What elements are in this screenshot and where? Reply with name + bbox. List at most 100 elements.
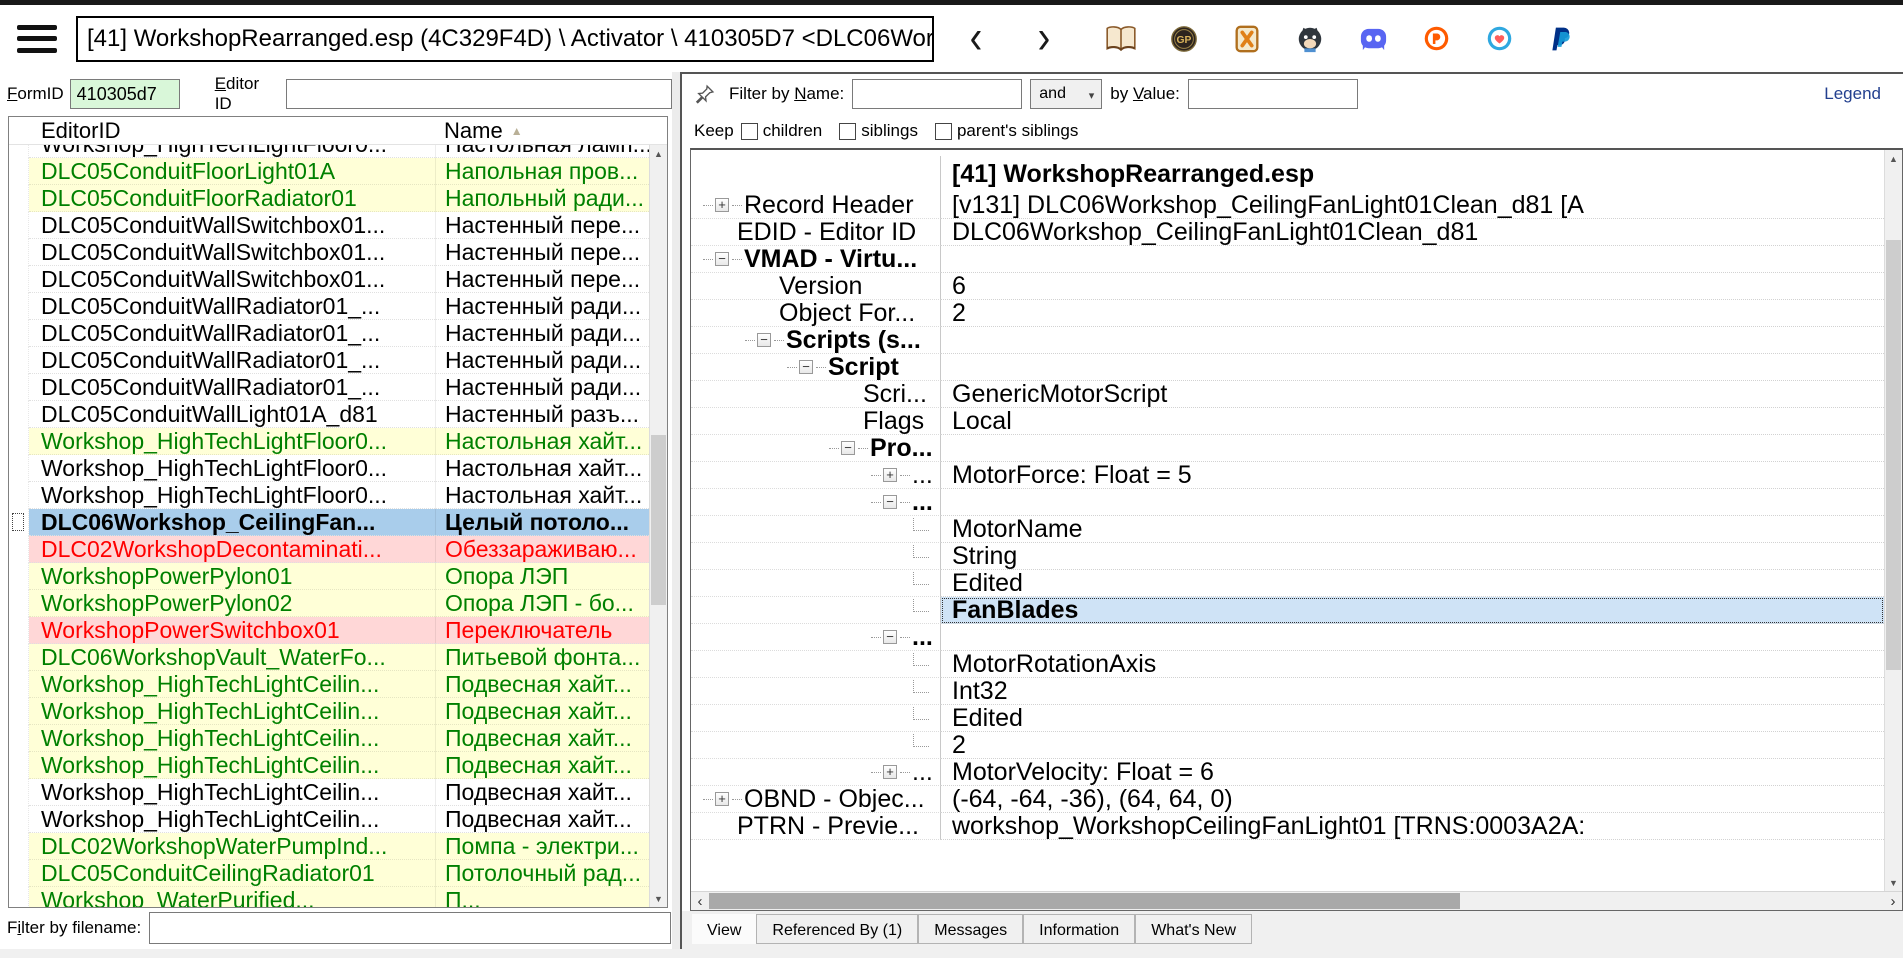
table-row[interactable]: DLC05ConduitWallLight01A_d81Настенный ра… bbox=[9, 401, 649, 428]
table-row[interactable]: Workshop_HighTechLightFloor0...Настольна… bbox=[9, 145, 649, 158]
scroll-right-icon[interactable]: › bbox=[1884, 892, 1902, 910]
tree-cell-value[interactable]: Edited bbox=[941, 570, 1884, 597]
xedit-icon[interactable] bbox=[1230, 22, 1264, 56]
table-row[interactable]: Workshop_HighTechLightCeilin...Подвесная… bbox=[9, 725, 649, 752]
expand-plus-icon[interactable]: + bbox=[715, 198, 729, 212]
tree-cell-value[interactable] bbox=[941, 354, 1884, 381]
table-row[interactable]: DLC06WorkshopVault_WaterFo...Питьевой фо… bbox=[9, 644, 649, 671]
checkbox-children[interactable] bbox=[741, 123, 758, 140]
tree-row[interactable]: MotorRotationAxis bbox=[691, 651, 1884, 678]
expand-plus-icon[interactable]: + bbox=[883, 765, 897, 779]
tree-row[interactable]: String bbox=[691, 543, 1884, 570]
tree-cell-value[interactable] bbox=[941, 624, 1884, 651]
collapse-minus-icon[interactable]: − bbox=[757, 333, 771, 347]
table-row[interactable]: Workshop_HighTechLightFloor0...Настольна… bbox=[9, 428, 649, 455]
table-row[interactable]: DLC05ConduitWallRadiator01_...Настенный … bbox=[9, 347, 649, 374]
tree-row[interactable]: Edited bbox=[691, 570, 1884, 597]
scroll-up-icon[interactable]: ▲ bbox=[650, 145, 667, 162]
tree-hscroll-thumb[interactable] bbox=[709, 893, 1460, 909]
table-row[interactable]: DLC05ConduitWallRadiator01_...Настенный … bbox=[9, 293, 649, 320]
tree-row[interactable]: Version6 bbox=[691, 273, 1884, 300]
tree-row[interactable]: −VMAD - Virtu... bbox=[691, 246, 1884, 273]
collapse-minus-icon[interactable]: − bbox=[883, 630, 897, 644]
tree-scroll-thumb[interactable] bbox=[1886, 240, 1901, 670]
tree-row[interactable]: −... bbox=[691, 489, 1884, 516]
table-row[interactable]: DLC02WorkshopWaterPumpInd...Помпа - элек… bbox=[9, 833, 649, 860]
kofi-icon[interactable] bbox=[1482, 22, 1516, 56]
scroll-up-icon[interactable]: ▲ bbox=[1885, 150, 1902, 167]
tree-cell-value[interactable] bbox=[941, 489, 1884, 516]
tree-cell-value[interactable]: 2 bbox=[941, 300, 1884, 327]
table-row[interactable]: WorkshopPowerPylon02Опора ЛЭП - бо... bbox=[9, 590, 649, 617]
table-row[interactable]: WorkshopPowerSwitchbox01Переключатель bbox=[9, 617, 649, 644]
tree-cell-value-selected[interactable]: FanBlades bbox=[941, 597, 1884, 624]
collapse-minus-icon[interactable]: − bbox=[841, 441, 855, 455]
tree-cell-value[interactable]: [v131] DLC06Workshop_CeilingFanLight01Cl… bbox=[941, 192, 1884, 219]
collapse-minus-icon[interactable]: − bbox=[883, 495, 897, 509]
filter-by-name-input[interactable] bbox=[852, 79, 1022, 109]
patreon-icon[interactable] bbox=[1419, 22, 1453, 56]
collapse-minus-icon[interactable]: − bbox=[799, 360, 813, 374]
tree-row[interactable]: 2 bbox=[691, 732, 1884, 759]
grid-vertical-scrollbar[interactable]: ▲ ▼ bbox=[649, 145, 667, 907]
tree-cell-value[interactable]: (-64, -64, -36), (64, 64, 0) bbox=[941, 786, 1884, 813]
tree-row[interactable]: −Script bbox=[691, 354, 1884, 381]
table-row[interactable]: Workshop_HighTechLightCeilin...Подвесная… bbox=[9, 752, 649, 779]
table-row[interactable]: Workshop_WaterPurified...П... bbox=[9, 887, 649, 907]
tab-referenced-by-1-[interactable]: Referenced By (1) bbox=[756, 914, 918, 944]
tree-header-row[interactable]: [41] WorkshopRearranged.esp bbox=[691, 156, 1884, 192]
tree-cell-value[interactable]: 6 bbox=[941, 273, 1884, 300]
table-row[interactable]: Workshop_HighTechLightCeilin...Подвесная… bbox=[9, 779, 649, 806]
tree-row[interactable]: −Scripts (s... bbox=[691, 327, 1884, 354]
checkbox-siblings[interactable] bbox=[839, 123, 856, 140]
tab-view[interactable]: View bbox=[692, 914, 756, 944]
tree-row[interactable]: Int32 bbox=[691, 678, 1884, 705]
tree-row[interactable]: PTRN - Previe...workshop_WorkshopCeiling… bbox=[691, 813, 1884, 840]
tab-what-s-new[interactable]: What's New bbox=[1135, 914, 1252, 944]
tree-cell-value[interactable]: String bbox=[941, 543, 1884, 570]
filter-operator-select[interactable]: and ▾ bbox=[1030, 79, 1102, 109]
table-row[interactable]: DLC06Workshop_CeilingFan...Целый потоло.… bbox=[9, 509, 649, 536]
tree-cell-value[interactable] bbox=[941, 327, 1884, 354]
menu-hamburger-icon[interactable] bbox=[17, 25, 57, 53]
table-row[interactable]: Workshop_HighTechLightFloor0...Настольна… bbox=[9, 455, 649, 482]
scroll-down-icon[interactable]: ▼ bbox=[1885, 874, 1902, 891]
nav-forward-icon[interactable]: › bbox=[1024, 12, 1064, 66]
tab-information[interactable]: Information bbox=[1023, 914, 1135, 944]
table-row[interactable]: DLC05ConduitWallSwitchbox01...Настенный … bbox=[9, 212, 649, 239]
tree-row[interactable]: +OBND - Objec...(-64, -64, -36), (64, 64… bbox=[691, 786, 1884, 813]
tree-row[interactable]: Edited bbox=[691, 705, 1884, 732]
tree-row[interactable]: +Record Header[v131] DLC06Workshop_Ceili… bbox=[691, 192, 1884, 219]
tree-row[interactable]: Object For...2 bbox=[691, 300, 1884, 327]
table-row[interactable]: DLC05ConduitCeilingRadiator01Потолочный … bbox=[9, 860, 649, 887]
checkbox-parent-s-siblings[interactable] bbox=[935, 123, 952, 140]
table-row[interactable]: DLC05ConduitWallSwitchbox01...Настенный … bbox=[9, 266, 649, 293]
tree-cell-value[interactable]: Local bbox=[941, 408, 1884, 435]
tree-cell-value[interactable]: Int32 bbox=[941, 678, 1884, 705]
table-row[interactable]: Workshop_HighTechLightCeilin...Подвесная… bbox=[9, 806, 649, 833]
tree-cell-value[interactable]: MotorForce: Float = 5 bbox=[941, 462, 1884, 489]
expand-plus-icon[interactable]: + bbox=[883, 468, 897, 482]
table-row[interactable]: DLC05ConduitWallRadiator01_...Настенный … bbox=[9, 374, 649, 401]
formid-input[interactable]: 410305d7 bbox=[70, 79, 180, 109]
legend-link[interactable]: Legend bbox=[1824, 84, 1881, 104]
tree-cell-value[interactable]: [41] WorkshopRearranged.esp bbox=[941, 156, 1884, 192]
grid-scroll-thumb[interactable] bbox=[651, 435, 666, 605]
editorid-input[interactable] bbox=[286, 79, 672, 109]
table-row[interactable]: Workshop_HighTechLightCeilin...Подвесная… bbox=[9, 698, 649, 725]
tab-messages[interactable]: Messages bbox=[918, 914, 1023, 944]
tree-row[interactable]: MotorName bbox=[691, 516, 1884, 543]
tree-row[interactable]: Scri...GenericMotorScript bbox=[691, 381, 1884, 408]
expand-plus-icon[interactable]: + bbox=[715, 792, 729, 806]
pin-icon[interactable] bbox=[694, 84, 715, 105]
tree-cell-value[interactable]: workshop_WorkshopCeilingFanLight01 [TRNS… bbox=[941, 813, 1884, 840]
tree-row[interactable]: FlagsLocal bbox=[691, 408, 1884, 435]
github-icon[interactable] bbox=[1293, 22, 1327, 56]
tree-horizontal-scrollbar[interactable]: ‹ › bbox=[691, 891, 1902, 910]
tree-cell-value[interactable]: DLC06Workshop_CeilingFanLight01Clean_d81 bbox=[941, 219, 1884, 246]
table-row[interactable]: WorkshopPowerPylon01Опора ЛЭП bbox=[9, 563, 649, 590]
gp-coin-icon[interactable]: GP bbox=[1167, 22, 1201, 56]
panel-splitter[interactable] bbox=[672, 72, 680, 949]
tree-row[interactable]: −... bbox=[691, 624, 1884, 651]
discord-icon[interactable] bbox=[1356, 22, 1390, 56]
